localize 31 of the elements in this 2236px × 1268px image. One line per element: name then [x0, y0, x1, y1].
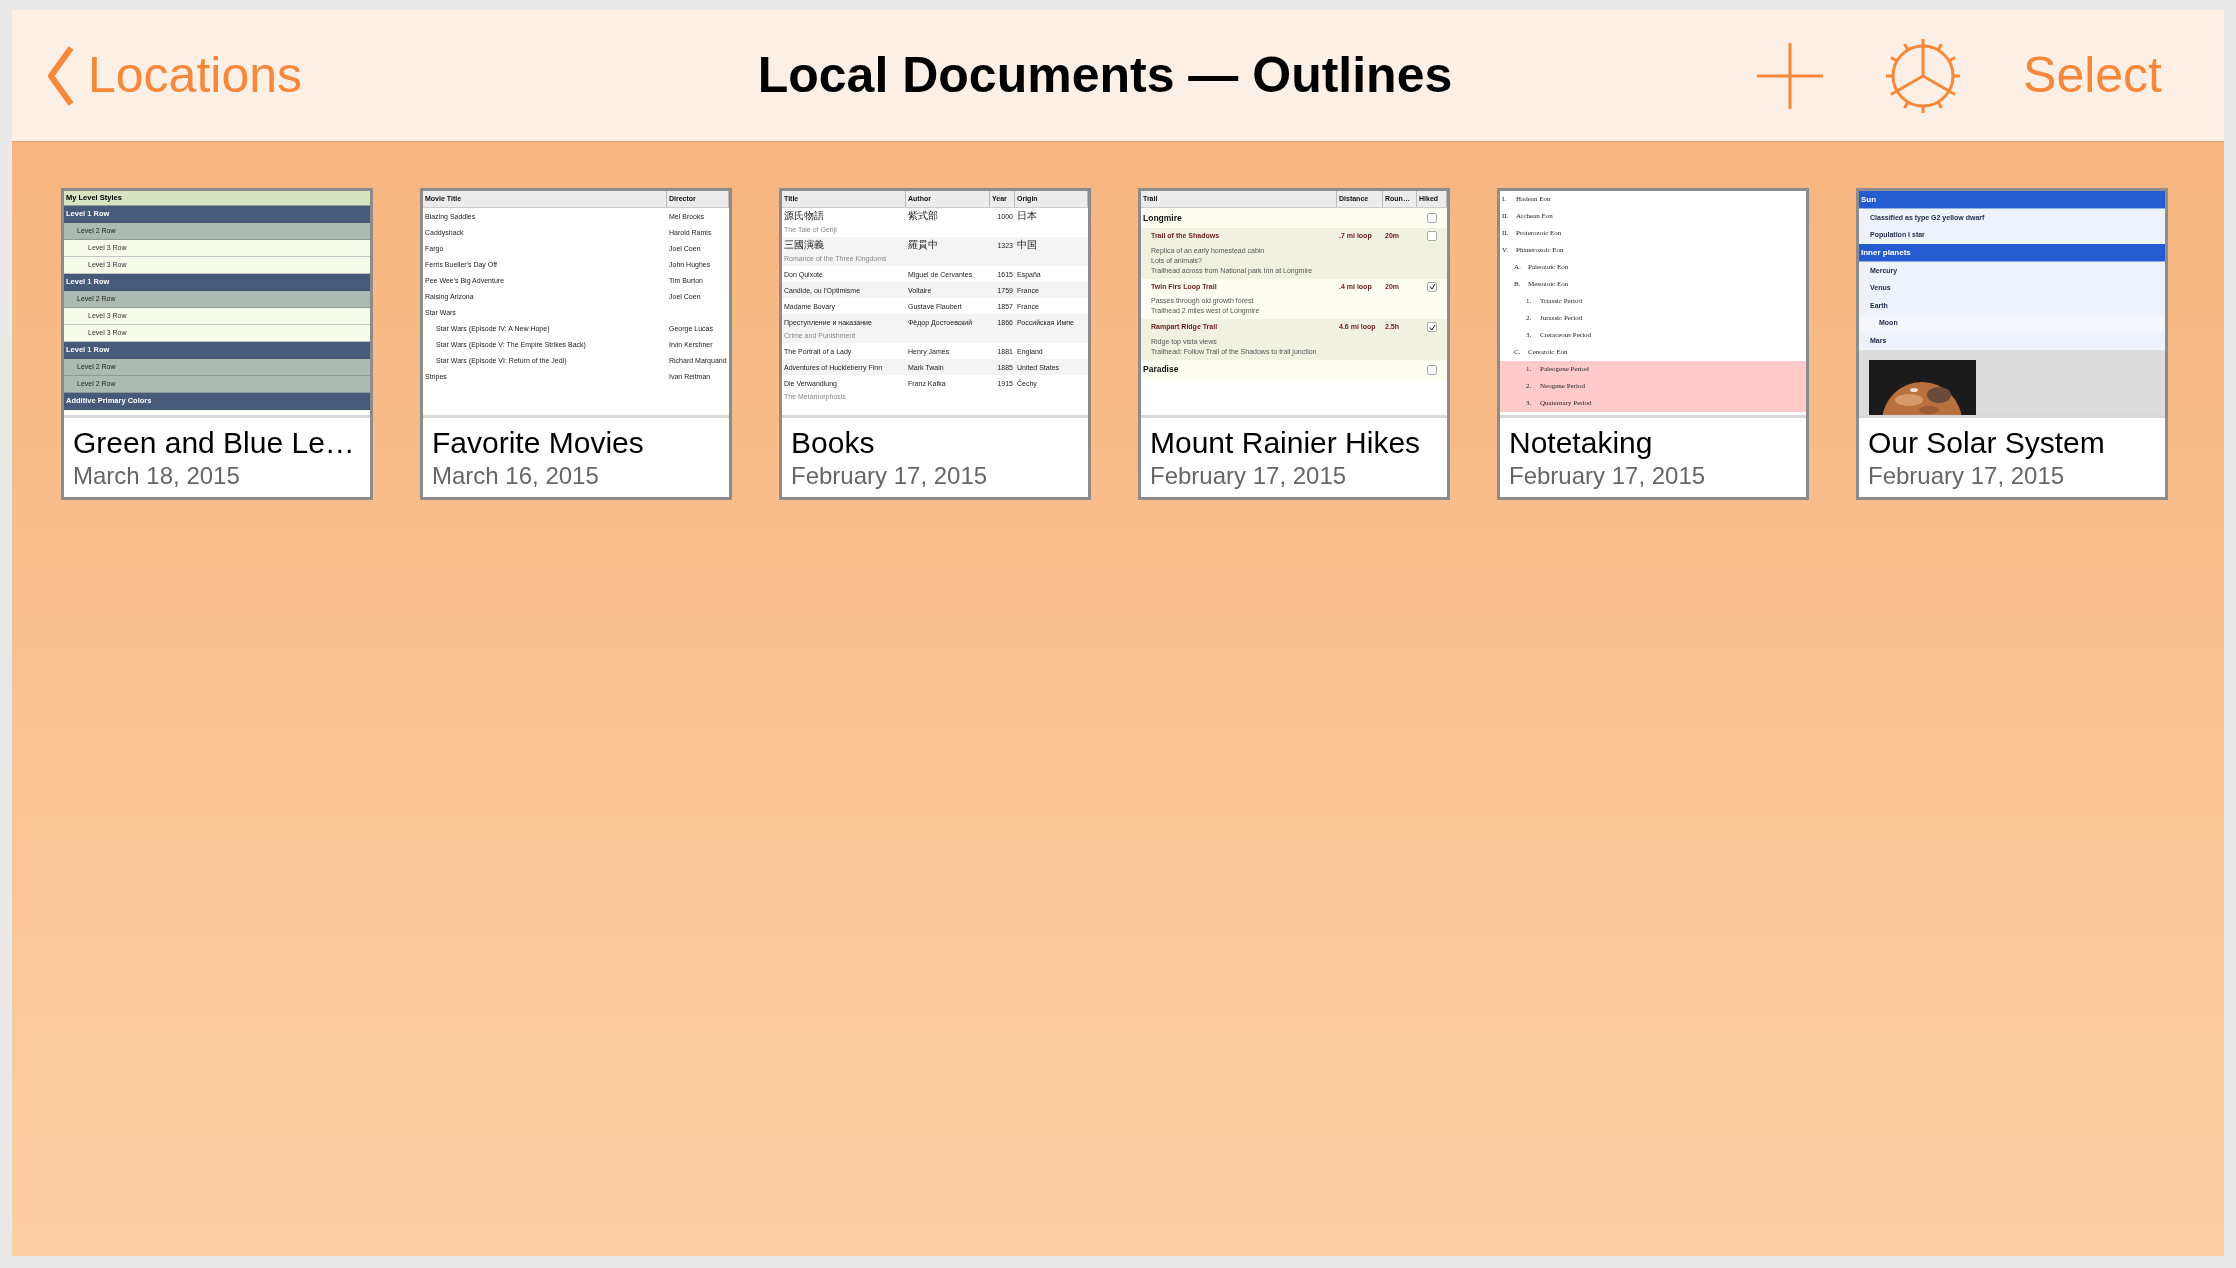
- table-cell: 羅貫中: [908, 239, 938, 251]
- table-cell: 中国: [1017, 239, 1037, 251]
- document-title: Notetaking: [1509, 424, 1654, 461]
- select-button[interactable]: Select: [2023, 38, 2162, 113]
- row-text: Sun: [1861, 193, 1877, 206]
- document-date: February 17, 2015: [1150, 460, 1348, 491]
- back-button[interactable]: Locations: [48, 38, 303, 113]
- chevron-left-icon: [48, 45, 74, 106]
- document-title: Favorite Movies: [432, 424, 645, 461]
- table-cell: 日本: [1017, 210, 1037, 222]
- document-date: March 18, 2015: [73, 460, 241, 491]
- document-title: Green and Blue Le…: [73, 424, 356, 461]
- document-date: February 17, 2015: [791, 460, 989, 491]
- document-thumbnail[interactable]: [1138, 188, 1450, 500]
- document-title: Mount Rainier Hikes: [1150, 424, 1422, 461]
- group-title: Paradise: [1142, 363, 1180, 376]
- document-thumbnail[interactable]: [1497, 188, 1809, 500]
- document-thumbnail[interactable]: [779, 188, 1091, 500]
- document-date: March 16, 2015: [432, 460, 600, 491]
- table-cell: 紫式部: [908, 210, 938, 222]
- table-cell: 源氏物語: [784, 210, 824, 222]
- document-thumbnail[interactable]: [420, 188, 732, 500]
- document-title: Our Solar System: [1868, 424, 2106, 461]
- document-title: Books: [791, 424, 876, 461]
- row-text: Inner planets: [1861, 246, 1911, 259]
- document-date: February 17, 2015: [1509, 460, 1707, 491]
- document-thumbnail[interactable]: [61, 188, 373, 500]
- table-cell: 三國演義: [784, 239, 824, 251]
- window-title: Local Documents — Outlines: [757, 46, 1453, 105]
- document-date: February 17, 2015: [1868, 460, 2066, 491]
- group-title: Longmire: [1142, 211, 1183, 225]
